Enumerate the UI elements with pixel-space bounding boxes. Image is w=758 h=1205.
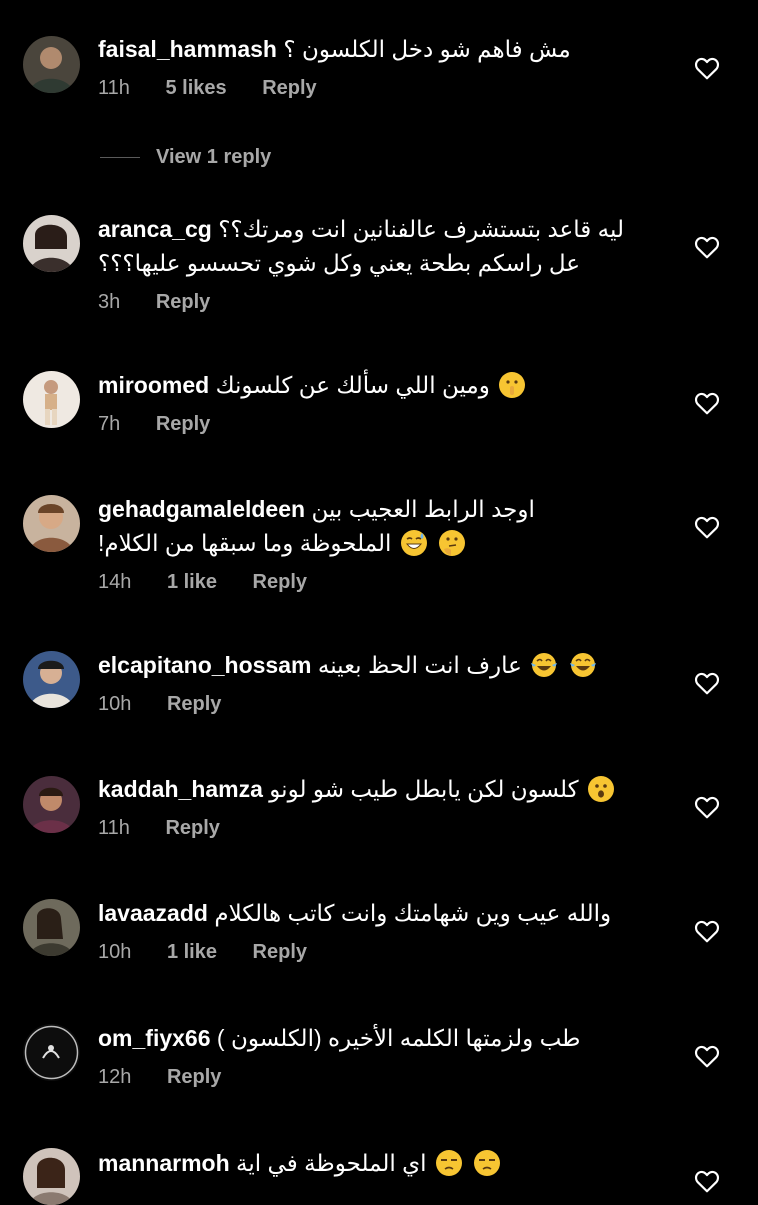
username[interactable]: lavaazadd — [98, 900, 208, 926]
reply-button[interactable]: Reply — [253, 571, 307, 593]
comment-meta: 10h 1 like Reply — [98, 938, 678, 966]
reply-button[interactable]: Reply — [253, 941, 307, 963]
timestamp: 14h — [98, 571, 132, 593]
comment-text: om_fiyx66 طب ولزمتها الكلمه الأخيره (الك… — [98, 1021, 678, 1055]
timestamp: 10h — [98, 693, 132, 715]
username[interactable]: om_fiyx66 — [98, 1025, 211, 1051]
heart-outline-icon[interactable] — [694, 235, 720, 259]
avatar[interactable] — [23, 495, 80, 552]
comment-text: elcapitano_hossam عارف انت الحظ بعينه — [98, 648, 678, 682]
comment-message: اوجد الرابط العجيب بين — [311, 496, 535, 522]
tears-of-joy-emoji — [531, 653, 558, 677]
comment-message-line2: عل راسكم بطحة يعني وكل شوي تحسسو عليها؟؟… — [98, 250, 581, 276]
likes-count[interactable]: 5 likes — [165, 77, 226, 99]
comment-message: اي الملحوظة في اية — [236, 1150, 427, 1176]
grinning-sweat-emoji — [400, 530, 427, 556]
reply-button[interactable]: Reply — [167, 1066, 221, 1088]
comment-meta: 11h 5 likes Reply — [98, 74, 678, 102]
comment-message: طب ولزمتها الكلمه الأخيره (الكلسون ) — [216, 1025, 581, 1051]
timestamp: 3h — [98, 291, 121, 313]
comment-text: kaddah_hamza كلسون لكن يابطل طيب شو لونو — [98, 772, 678, 806]
timestamp: 12h — [98, 1066, 132, 1088]
comment-message-line2-wrap: الملحوظة وما سبقها من الكلام! — [98, 526, 678, 560]
likes-count[interactable]: 1 like — [167, 941, 217, 963]
comment-text: mannarmoh اي الملحوظة في اية — [98, 1146, 678, 1180]
view-replies-label[interactable]: View 1 reply — [156, 146, 271, 168]
heart-outline-icon[interactable] — [694, 1169, 720, 1193]
timestamp: 11h — [98, 77, 130, 99]
comment-message: عارف انت الحظ بعينه — [317, 652, 522, 678]
comment-meta: 10h Reply — [98, 690, 678, 718]
comment-text: aranca_cg ليه قاعد بتستشرف عالفنانين انت… — [98, 212, 678, 246]
heart-outline-icon[interactable] — [694, 56, 720, 80]
reply-button[interactable]: Reply — [167, 693, 221, 715]
timestamp: 11h — [98, 817, 130, 839]
comment-text: lavaazadd والله عيب وين شهامتك وانت كاتب… — [98, 896, 678, 930]
comment-meta: 12h Reply — [98, 1063, 678, 1091]
comment-text: miroomed ومين اللي سألك عن كلسونك — [98, 368, 678, 402]
heart-outline-icon[interactable] — [694, 391, 720, 415]
avatar[interactable] — [23, 215, 80, 272]
unamused-face-emoji — [435, 1150, 462, 1176]
hushed-face-emoji — [587, 776, 614, 802]
comment-text: gehadgamaleldeen اوجد الرابط العجيب بين — [98, 492, 678, 526]
reply-button[interactable]: Reply — [165, 817, 219, 839]
comment-message: ليه قاعد بتستشرف عالفنانين انت ومرتك؟؟ — [218, 216, 624, 242]
username[interactable]: elcapitano_hossam — [98, 652, 311, 678]
heart-outline-icon[interactable] — [694, 671, 720, 695]
comment-text: faisal_hammash مش فاهم شو دخل الكلسون ؟ — [98, 32, 678, 66]
tears-of-joy-emoji — [569, 653, 596, 677]
avatar[interactable] — [23, 776, 80, 833]
timestamp: 7h — [98, 413, 121, 435]
username[interactable]: gehadgamaleldeen — [98, 496, 305, 522]
unamused-face-emoji — [474, 1150, 501, 1176]
comment-meta: 14h 1 like Reply — [98, 568, 678, 596]
heart-outline-icon[interactable] — [694, 919, 720, 943]
avatar[interactable] — [23, 1024, 80, 1081]
comment-message: كلسون لكن يابطل طيب شو لونو — [269, 776, 579, 802]
comment-message-line2: الملحوظة وما سبقها من الكلام! — [98, 530, 392, 556]
avatar[interactable] — [23, 1148, 80, 1205]
view-replies-button[interactable]: View 1 reply — [100, 146, 271, 176]
username[interactable]: aranca_cg — [98, 216, 212, 242]
avatar[interactable] — [23, 899, 80, 956]
reply-button[interactable]: Reply — [156, 291, 210, 313]
avatar[interactable] — [23, 651, 80, 708]
username[interactable]: faisal_hammash — [98, 36, 277, 62]
shushing-face-emoji — [499, 372, 526, 398]
heart-outline-icon[interactable] — [694, 1044, 720, 1068]
timestamp: 10h — [98, 941, 132, 963]
comment-message: ومين اللي سألك عن كلسونك — [215, 372, 490, 398]
avatar[interactable] — [23, 36, 80, 93]
heart-outline-icon[interactable] — [694, 795, 720, 819]
comment-meta: 7h Reply — [98, 410, 678, 438]
comment-message: والله عيب وين شهامتك وانت كاتب هالكلام — [214, 900, 612, 926]
comment-meta: 11h Reply — [98, 814, 678, 842]
heart-outline-icon[interactable] — [694, 515, 720, 539]
avatar[interactable] — [23, 371, 80, 428]
likes-count[interactable]: 1 like — [167, 571, 217, 593]
comment-meta: 3h Reply — [98, 288, 678, 316]
thinking-face-emoji — [439, 530, 466, 556]
reply-button[interactable]: Reply — [156, 413, 210, 435]
reply-button[interactable]: Reply — [262, 77, 316, 99]
username[interactable]: miroomed — [98, 372, 209, 398]
username[interactable]: kaddah_hamza — [98, 776, 263, 802]
comment-message: مش فاهم شو دخل الكلسون ؟ — [283, 36, 571, 62]
username[interactable]: mannarmoh — [98, 1150, 230, 1176]
divider-line — [100, 157, 140, 158]
